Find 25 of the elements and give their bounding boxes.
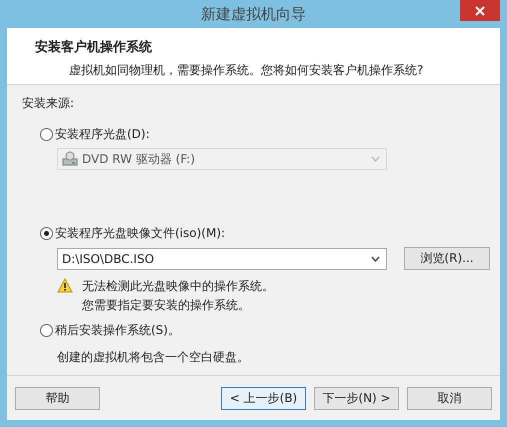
- warning-text: 您需要指定要安装的操作系统。: [82, 297, 250, 314]
- wizard-button[interactable]: < 上一步(B): [221, 386, 306, 410]
- radio-label[interactable]: 稍后安装操作系统(S)。: [55, 322, 180, 339]
- radio-label[interactable]: 安装程序光盘(D):: [55, 126, 150, 143]
- page-title: 安装客户机操作系统: [35, 38, 152, 56]
- warning-icon: [57, 278, 73, 293]
- radio-label[interactable]: 安装程序光盘映像文件(iso)(M):: [55, 225, 226, 242]
- wizard-button[interactable]: 下一步(N) >: [314, 386, 399, 410]
- wizard-button[interactable]: 取消: [407, 386, 492, 410]
- section-label: 安装来源:: [22, 95, 74, 112]
- radio-button[interactable]: [40, 324, 53, 337]
- chevron-down-icon: [371, 256, 380, 262]
- disc-drive-icon: [62, 151, 78, 167]
- wizard-button[interactable]: 帮助: [15, 386, 100, 410]
- radio-button[interactable]: [40, 227, 53, 240]
- close-icon: [475, 6, 485, 16]
- radio-button[interactable]: [40, 128, 53, 141]
- dropdown[interactable]: D:\ISO\DBC.ISO: [57, 248, 387, 270]
- browse-button[interactable]: 浏览(R)...: [404, 247, 490, 270]
- warning-text: 无法检测此光盘映像中的操作系统。: [82, 278, 274, 295]
- option-description: 创建的虚拟机将包含一个空白硬盘。: [57, 349, 249, 366]
- chevron-down-icon: [371, 156, 380, 162]
- close-button[interactable]: [460, 0, 500, 21]
- window-title: 新建虚拟机向导: [201, 4, 306, 24]
- page-subtitle: 虚拟机如同物理机，需要操作系统。您将如何安装客户机操作系统?: [68, 62, 424, 79]
